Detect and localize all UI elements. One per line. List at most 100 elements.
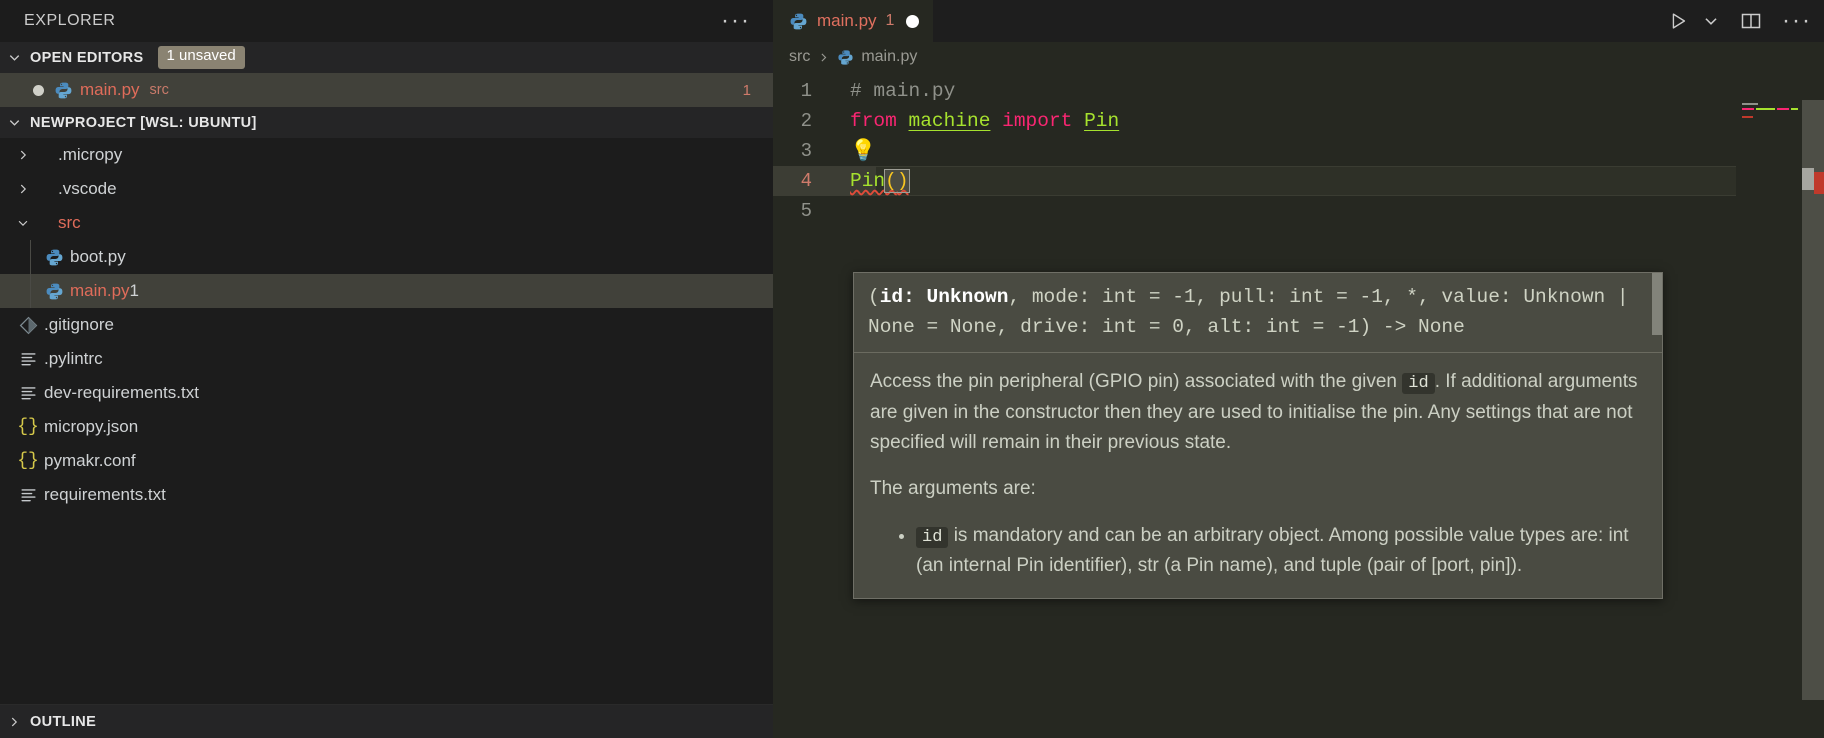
- json-icon: {}: [17, 451, 39, 471]
- line-number: 3: [800, 140, 812, 162]
- doc-paragraph-1: Access the pin peripheral (GPIO pin) ass…: [870, 367, 1646, 457]
- section-open-editors-label: OPEN EDITORS: [30, 49, 144, 66]
- tree-item-vscode[interactable]: .vscode: [0, 172, 773, 206]
- code-token-pin-call: Pin: [850, 170, 886, 192]
- doc-bullet-item: id is mandatory and can be an arbitrary …: [916, 521, 1646, 581]
- code-token-comment: # main.py: [850, 80, 956, 102]
- sidebar-title: EXPLORER: [24, 12, 116, 29]
- doc-text-1a: Access the pin peripheral (GPIO pin) ass…: [870, 371, 1397, 393]
- scrollbar-error-marker: [1814, 172, 1824, 194]
- tree-item-requirements-txt[interactable]: requirements.txt: [0, 478, 773, 512]
- tree-item-label: boot.py: [70, 247, 126, 266]
- project-root-label: NEWPROJECT [WSL: UBUNTU]: [30, 114, 257, 131]
- python-icon: [789, 12, 808, 31]
- tab-filename: main.py: [817, 11, 877, 30]
- code-line-1: 1 # main.py: [773, 76, 1824, 106]
- sidebar-header: EXPLORER ···: [0, 0, 773, 42]
- git-icon: [18, 315, 38, 335]
- chevron-down-icon: [6, 115, 22, 131]
- tree-item-pylintrc[interactable]: .pylintrc: [0, 342, 773, 376]
- tab-problem-count: 1: [885, 12, 895, 29]
- code-line-2-content: from machine import Pin: [843, 110, 1119, 132]
- indent-guide: [30, 240, 31, 274]
- signature-help-popup[interactable]: (id: Unknown, mode: int = -1, pull: int …: [853, 272, 1663, 599]
- play-icon[interactable]: [1667, 10, 1689, 32]
- tree-item-problem-count: 1: [129, 281, 139, 300]
- sig-active-param: id: Unknown: [879, 286, 1009, 308]
- signature-scrollbar[interactable]: [1652, 273, 1662, 335]
- chevron-right-icon: [6, 714, 22, 730]
- python-icon: [44, 281, 64, 301]
- minimap-line: [1791, 108, 1798, 110]
- minimap-line: [1742, 116, 1753, 118]
- tree-item-main-py[interactable]: main.py 1: [0, 274, 773, 308]
- chevron-down-icon[interactable]: [1702, 12, 1720, 30]
- code-line-4: 4 Pin(): [773, 166, 1824, 196]
- line-number: 1: [800, 80, 812, 102]
- open-editor-item-main-py[interactable]: main.py src 1: [0, 73, 773, 107]
- tree-item-dev-requirements-txt[interactable]: dev-requirements.txt: [0, 376, 773, 410]
- breadcrumb-item-main-py[interactable]: main.py: [837, 48, 917, 66]
- line-number: 2: [800, 110, 812, 132]
- python-icon: [837, 49, 854, 66]
- tab-main-py[interactable]: main.py 1: [773, 0, 934, 42]
- line-number: 4: [800, 170, 812, 192]
- vscode-window: EXPLORER ··· OPEN EDITORS 1 unsaved main…: [0, 0, 1824, 738]
- section-outline[interactable]: OUTLINE: [0, 704, 773, 738]
- editor-group: main.py 1 ··· src main.py 1 # main.py 2 …: [773, 0, 1824, 738]
- lightbulb-icon[interactable]: 💡: [843, 139, 876, 164]
- tree-item-label: src: [58, 213, 81, 232]
- editor-actions: ···: [1667, 0, 1812, 42]
- scrollbar-overview-marker: [1802, 168, 1814, 190]
- explorer-more-actions-button[interactable]: ···: [713, 9, 759, 33]
- tree-item-label: .gitignore: [44, 315, 114, 334]
- code-token-from: from: [850, 110, 897, 132]
- sig-prefix: (: [868, 286, 880, 308]
- minimap-line: [1742, 103, 1758, 105]
- section-project-root[interactable]: NEWPROJECT [WSL: UBUNTU]: [0, 107, 773, 138]
- code-line-2: 2 from machine import Pin: [773, 106, 1824, 136]
- ellipsis-icon[interactable]: ···: [1782, 9, 1812, 33]
- tree-item-boot-py[interactable]: boot.py: [0, 240, 773, 274]
- tree-item-gitignore[interactable]: .gitignore: [0, 308, 773, 342]
- doc-paragraph-2: The arguments are:: [870, 478, 1036, 500]
- code-line-4-content: Pin(): [843, 169, 910, 193]
- editor-vertical-scrollbar[interactable]: [1802, 72, 1824, 738]
- breadcrumb: src main.py: [773, 42, 1824, 72]
- open-editor-filepath: src: [149, 82, 169, 98]
- folder-icon: [32, 179, 52, 199]
- chevron-right-icon: [14, 180, 32, 198]
- settings-file-icon: [18, 485, 38, 505]
- doc-bullet-text: is mandatory and can be an arbitrary obj…: [916, 524, 1629, 577]
- file-tree: .micropy .vscode src boot.py main.py 1 .…: [0, 138, 773, 704]
- minimap-line: [1756, 108, 1775, 110]
- tree-item-src[interactable]: src: [0, 206, 773, 240]
- tree-item-pymakr-conf[interactable]: {} pymakr.conf: [0, 444, 773, 478]
- python-icon: [53, 80, 73, 100]
- dirty-indicator-icon: [33, 84, 44, 96]
- breadcrumb-label: src: [789, 48, 811, 65]
- indent-guide: [30, 274, 31, 308]
- tree-item-label: dev-requirements.txt: [44, 383, 199, 402]
- line-number: 5: [800, 200, 812, 222]
- code-token-pin: Pin: [1084, 110, 1120, 132]
- tab-dirty-indicator-icon[interactable]: [906, 14, 920, 28]
- tree-item-label: .micropy: [58, 145, 123, 164]
- tree-item-micropy-json[interactable]: {} micropy.json: [0, 410, 773, 444]
- section-open-editors[interactable]: OPEN EDITORS 1 unsaved: [0, 42, 773, 73]
- breadcrumb-item-src[interactable]: src: [789, 48, 810, 66]
- code-token-machine: machine: [908, 110, 991, 132]
- code-token-import: import: [1002, 110, 1073, 132]
- code-editor[interactable]: 1 # main.py 2 from machine import Pin 3 …: [773, 72, 1824, 738]
- python-icon: [44, 247, 64, 267]
- split-editor-icon[interactable]: [1739, 9, 1763, 33]
- tree-item-label: .vscode: [58, 179, 117, 198]
- editor-tab-bar: main.py 1 ···: [773, 0, 1824, 42]
- tree-item-micropy[interactable]: .micropy: [0, 138, 773, 172]
- code-line-5: 5: [773, 196, 1824, 226]
- settings-file-icon: [18, 349, 38, 369]
- open-editor-problem-count: 1: [742, 81, 751, 99]
- documentation-body: Access the pin peripheral (GPIO pin) ass…: [854, 353, 1662, 598]
- minimap[interactable]: [1736, 72, 1802, 738]
- tree-item-label: main.py: [70, 281, 130, 300]
